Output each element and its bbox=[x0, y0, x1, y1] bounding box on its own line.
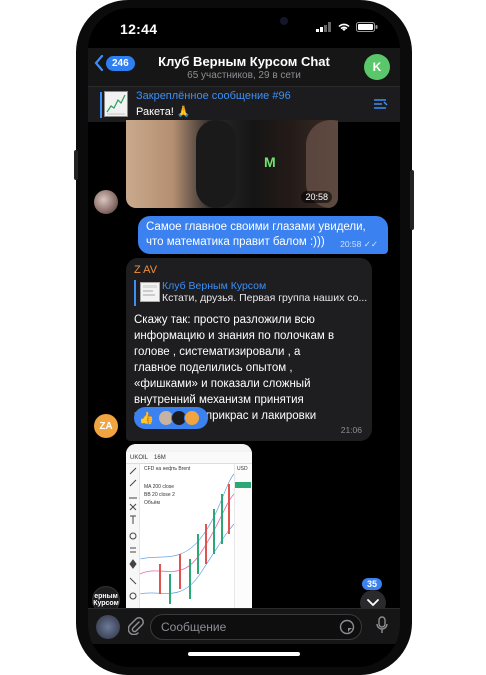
message-line: информацию и знания по полочкам в bbox=[134, 330, 335, 342]
pinned-text: Ракета! 🙏 bbox=[136, 106, 191, 118]
image-toolbar: UKOIL 16M bbox=[126, 452, 252, 464]
chat-area[interactable]: M 20:58 Самое главное своими глазами уви… bbox=[88, 120, 400, 616]
outgoing-message[interactable]: Самое главное своими глазами увидели, чт… bbox=[138, 216, 388, 254]
outgoing-time-value: 20:58 bbox=[340, 239, 362, 249]
incoming-time: 21:06 bbox=[340, 425, 362, 435]
price-tag bbox=[235, 482, 251, 488]
send-as-avatar[interactable] bbox=[96, 615, 120, 639]
image-status-strip bbox=[126, 444, 252, 452]
pinned-indicator bbox=[100, 92, 102, 118]
notch bbox=[180, 8, 308, 36]
status-icons bbox=[316, 22, 378, 32]
sender-name[interactable]: Z AV bbox=[134, 264, 364, 276]
message-input[interactable] bbox=[151, 615, 321, 639]
message-line: голове , систематизировали , а bbox=[134, 346, 301, 358]
image-drawing-tools bbox=[126, 464, 140, 616]
message-input-field[interactable] bbox=[150, 614, 362, 640]
outgoing-time: 20:58 ✓✓ bbox=[340, 239, 378, 250]
chat-header: 246 Клуб Верным Курсом Chat 65 участнико… bbox=[88, 48, 400, 86]
pinned-title: Закреплённое сообщение #96 bbox=[136, 90, 291, 102]
image-message[interactable]: UKOIL 16M CFD на нефть Brent MA 200 clos… bbox=[126, 444, 252, 616]
read-checkmark-icon: ✓✓ bbox=[363, 239, 378, 249]
reactor-avatar bbox=[183, 410, 200, 426]
monster-logo-icon: M bbox=[264, 154, 276, 170]
side-button bbox=[74, 150, 78, 180]
price-chart bbox=[139, 464, 235, 616]
forwarded-reply[interactable]: Клуб Верным Курсом Кстати, друзья. Перва… bbox=[134, 280, 368, 306]
message-line: главное поделились опытом , bbox=[134, 362, 293, 374]
video-duration: 20:58 bbox=[301, 191, 332, 203]
sticker-icon[interactable] bbox=[339, 619, 355, 635]
message-composer bbox=[88, 608, 400, 644]
pinned-message-bar[interactable]: Закреплённое сообщение #96 Ракета! 🙏 bbox=[88, 86, 400, 122]
chat-title[interactable]: Клуб Верным Курсом Chat bbox=[88, 54, 400, 69]
message-line: внутренний механизм принятия bbox=[134, 394, 304, 406]
microphone-icon[interactable] bbox=[376, 616, 388, 634]
message-line: Скажу так: просто разложили всю bbox=[134, 314, 315, 326]
camera-icon bbox=[280, 17, 288, 25]
video-figure bbox=[196, 120, 236, 208]
message-line: «фишками» и показали сложный bbox=[134, 378, 311, 390]
signal-icon bbox=[316, 22, 331, 32]
chat-avatar[interactable]: K bbox=[364, 54, 390, 80]
incoming-message[interactable]: Z AV Клуб Верным Курсом Кстати, друзья. … bbox=[126, 258, 372, 441]
interval-label: 16M bbox=[154, 454, 166, 461]
group-avatar-text: ерным Курсом bbox=[93, 593, 119, 607]
pinned-thumbnail bbox=[104, 91, 128, 117]
battery-icon bbox=[356, 22, 378, 32]
reply-indicator bbox=[134, 280, 136, 306]
sender-avatar[interactable] bbox=[94, 190, 118, 214]
reply-thumbnail bbox=[140, 282, 160, 302]
home-indicator[interactable] bbox=[188, 652, 300, 656]
reply-text: Кстати, друзья. Первая группа наших со..… bbox=[162, 292, 368, 304]
unread-count-badge: 35 bbox=[361, 578, 382, 590]
price-axis: USD bbox=[234, 464, 252, 616]
pin-list-icon[interactable] bbox=[372, 97, 388, 111]
reaction-pill[interactable]: 👍 bbox=[134, 407, 208, 429]
thumbs-up-reaction: 👍 bbox=[139, 411, 154, 425]
status-time: 12:44 bbox=[120, 21, 158, 37]
power-button bbox=[410, 170, 414, 230]
sender-avatar-za[interactable]: ZA bbox=[94, 414, 118, 438]
currency-label: USD bbox=[237, 466, 248, 472]
screen: 12:44 246 Клуб Верным Курсом Chat 65 уча… bbox=[88, 8, 400, 667]
status-bar: 12:44 bbox=[88, 8, 400, 48]
ticker-label: UKOIL bbox=[130, 454, 149, 461]
reply-title: Клуб Верным Курсом bbox=[162, 280, 267, 292]
wifi-icon bbox=[338, 23, 350, 31]
chat-subtitle: 65 участников, 29 в сети bbox=[187, 70, 301, 81]
video-message[interactable]: M 20:58 bbox=[126, 120, 338, 208]
chevron-down-icon bbox=[367, 599, 379, 607]
attach-icon[interactable] bbox=[128, 617, 144, 635]
outgoing-line-1: Самое главное своими глазами увидели, bbox=[146, 221, 366, 233]
